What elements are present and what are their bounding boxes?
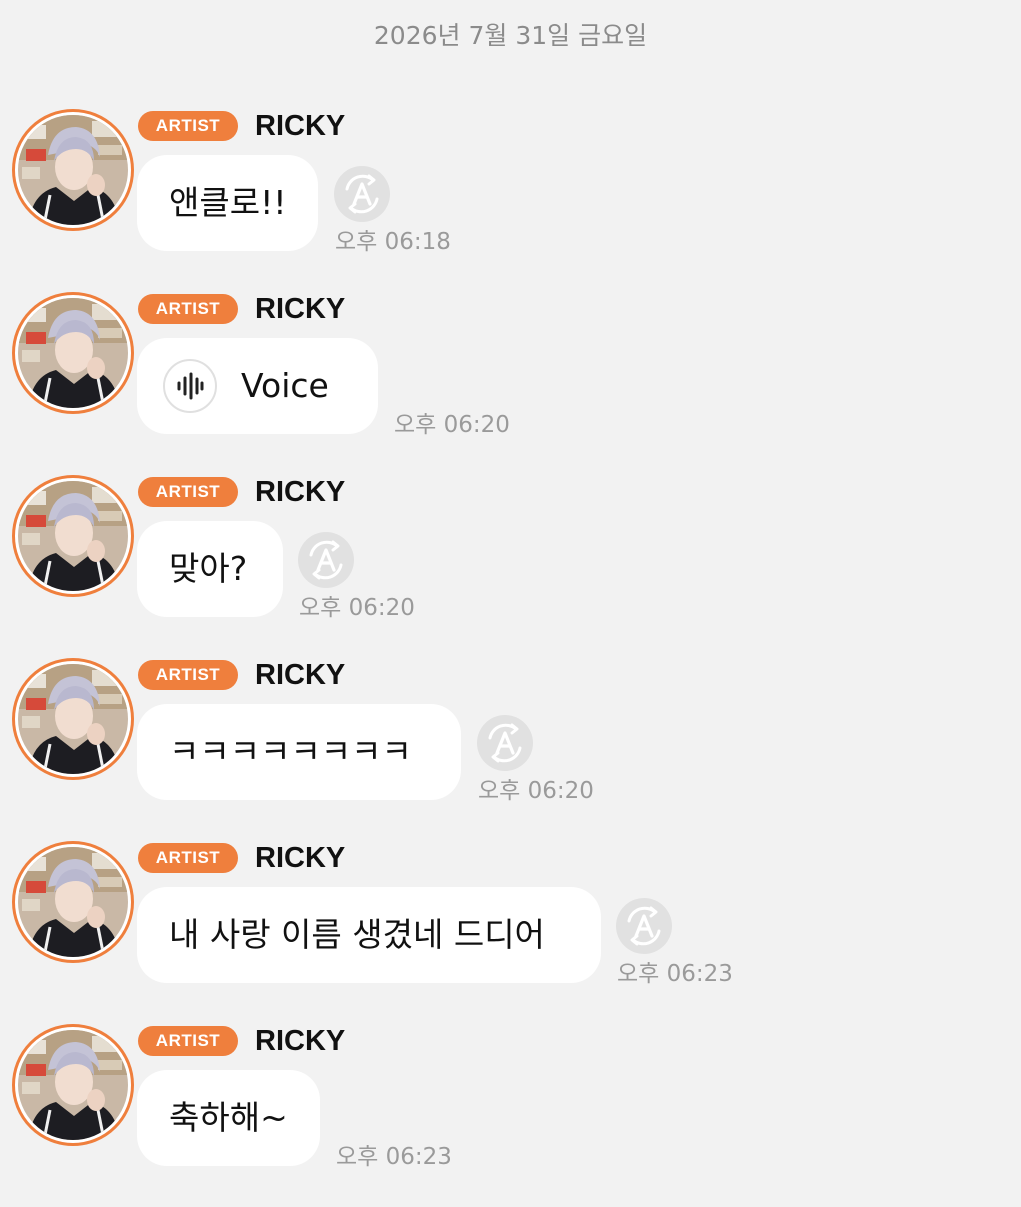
message-bubble[interactable]: 내 사랑 이름 생겼네 드디어: [137, 887, 601, 983]
date-header: 2026년 7월 31일 금요일: [373, 21, 648, 50]
sender-name: RICKY: [255, 1025, 346, 1057]
avatar[interactable]: [12, 109, 134, 231]
avatar[interactable]: [12, 658, 134, 780]
translate-icon[interactable]: [297, 531, 355, 589]
avatar[interactable]: [12, 841, 134, 963]
avatar[interactable]: [12, 1024, 134, 1146]
message-row: ARTIST RICKY 맞아? 오후 06:20: [0, 475, 1021, 658]
message-bubble[interactable]: 앤클로!!: [137, 155, 318, 251]
sender-name: RICKY: [255, 110, 346, 142]
avatar[interactable]: [12, 292, 134, 414]
message-row: ARTIST RICKY ㅋㅋㅋㅋㅋㅋㅋㅋ 오후 06:20: [0, 658, 1021, 841]
artist-badge: ARTIST: [138, 843, 238, 873]
sender-name: RICKY: [255, 659, 346, 691]
message-time: 오후 06:20: [478, 778, 594, 804]
translate-icon[interactable]: [476, 714, 534, 772]
message-row: ARTIST RICKY 내 사랑 이름 생겼네 드디어 오후 06:23: [0, 841, 1021, 1024]
artist-badge: ARTIST: [138, 1026, 238, 1056]
message-time: 오후 06:20: [394, 412, 510, 438]
message-time: 오후 06:23: [617, 961, 733, 987]
message-row: ARTIST RICKY Voice 오후 06:20: [0, 292, 1021, 475]
message-bubble[interactable]: ㅋㅋㅋㅋㅋㅋㅋㅋ: [137, 704, 461, 800]
message-time: 오후 06:18: [335, 229, 451, 255]
voice-label: Voice: [241, 366, 329, 405]
message-row: ARTIST RICKY 축하해~ 오후 06:23: [0, 1024, 1021, 1207]
artist-badge: ARTIST: [138, 660, 238, 690]
message-time: 오후 06:20: [299, 595, 415, 621]
message-time: 오후 06:23: [336, 1144, 452, 1170]
translate-icon[interactable]: [333, 165, 391, 223]
voice-waveform-icon: [163, 359, 217, 413]
sender-name: RICKY: [255, 842, 346, 874]
artist-badge: ARTIST: [138, 111, 238, 141]
avatar[interactable]: [12, 475, 134, 597]
artist-badge: ARTIST: [138, 477, 238, 507]
message-bubble[interactable]: 축하해~: [137, 1070, 320, 1166]
artist-badge: ARTIST: [138, 294, 238, 324]
message-row: ARTIST RICKY 앤클로!! 오후 06:18: [0, 109, 1021, 292]
voice-message-bubble[interactable]: Voice: [137, 338, 378, 434]
sender-name: RICKY: [255, 476, 346, 508]
sender-name: RICKY: [255, 293, 346, 325]
message-bubble[interactable]: 맞아?: [137, 521, 283, 617]
translate-icon[interactable]: [615, 897, 673, 955]
